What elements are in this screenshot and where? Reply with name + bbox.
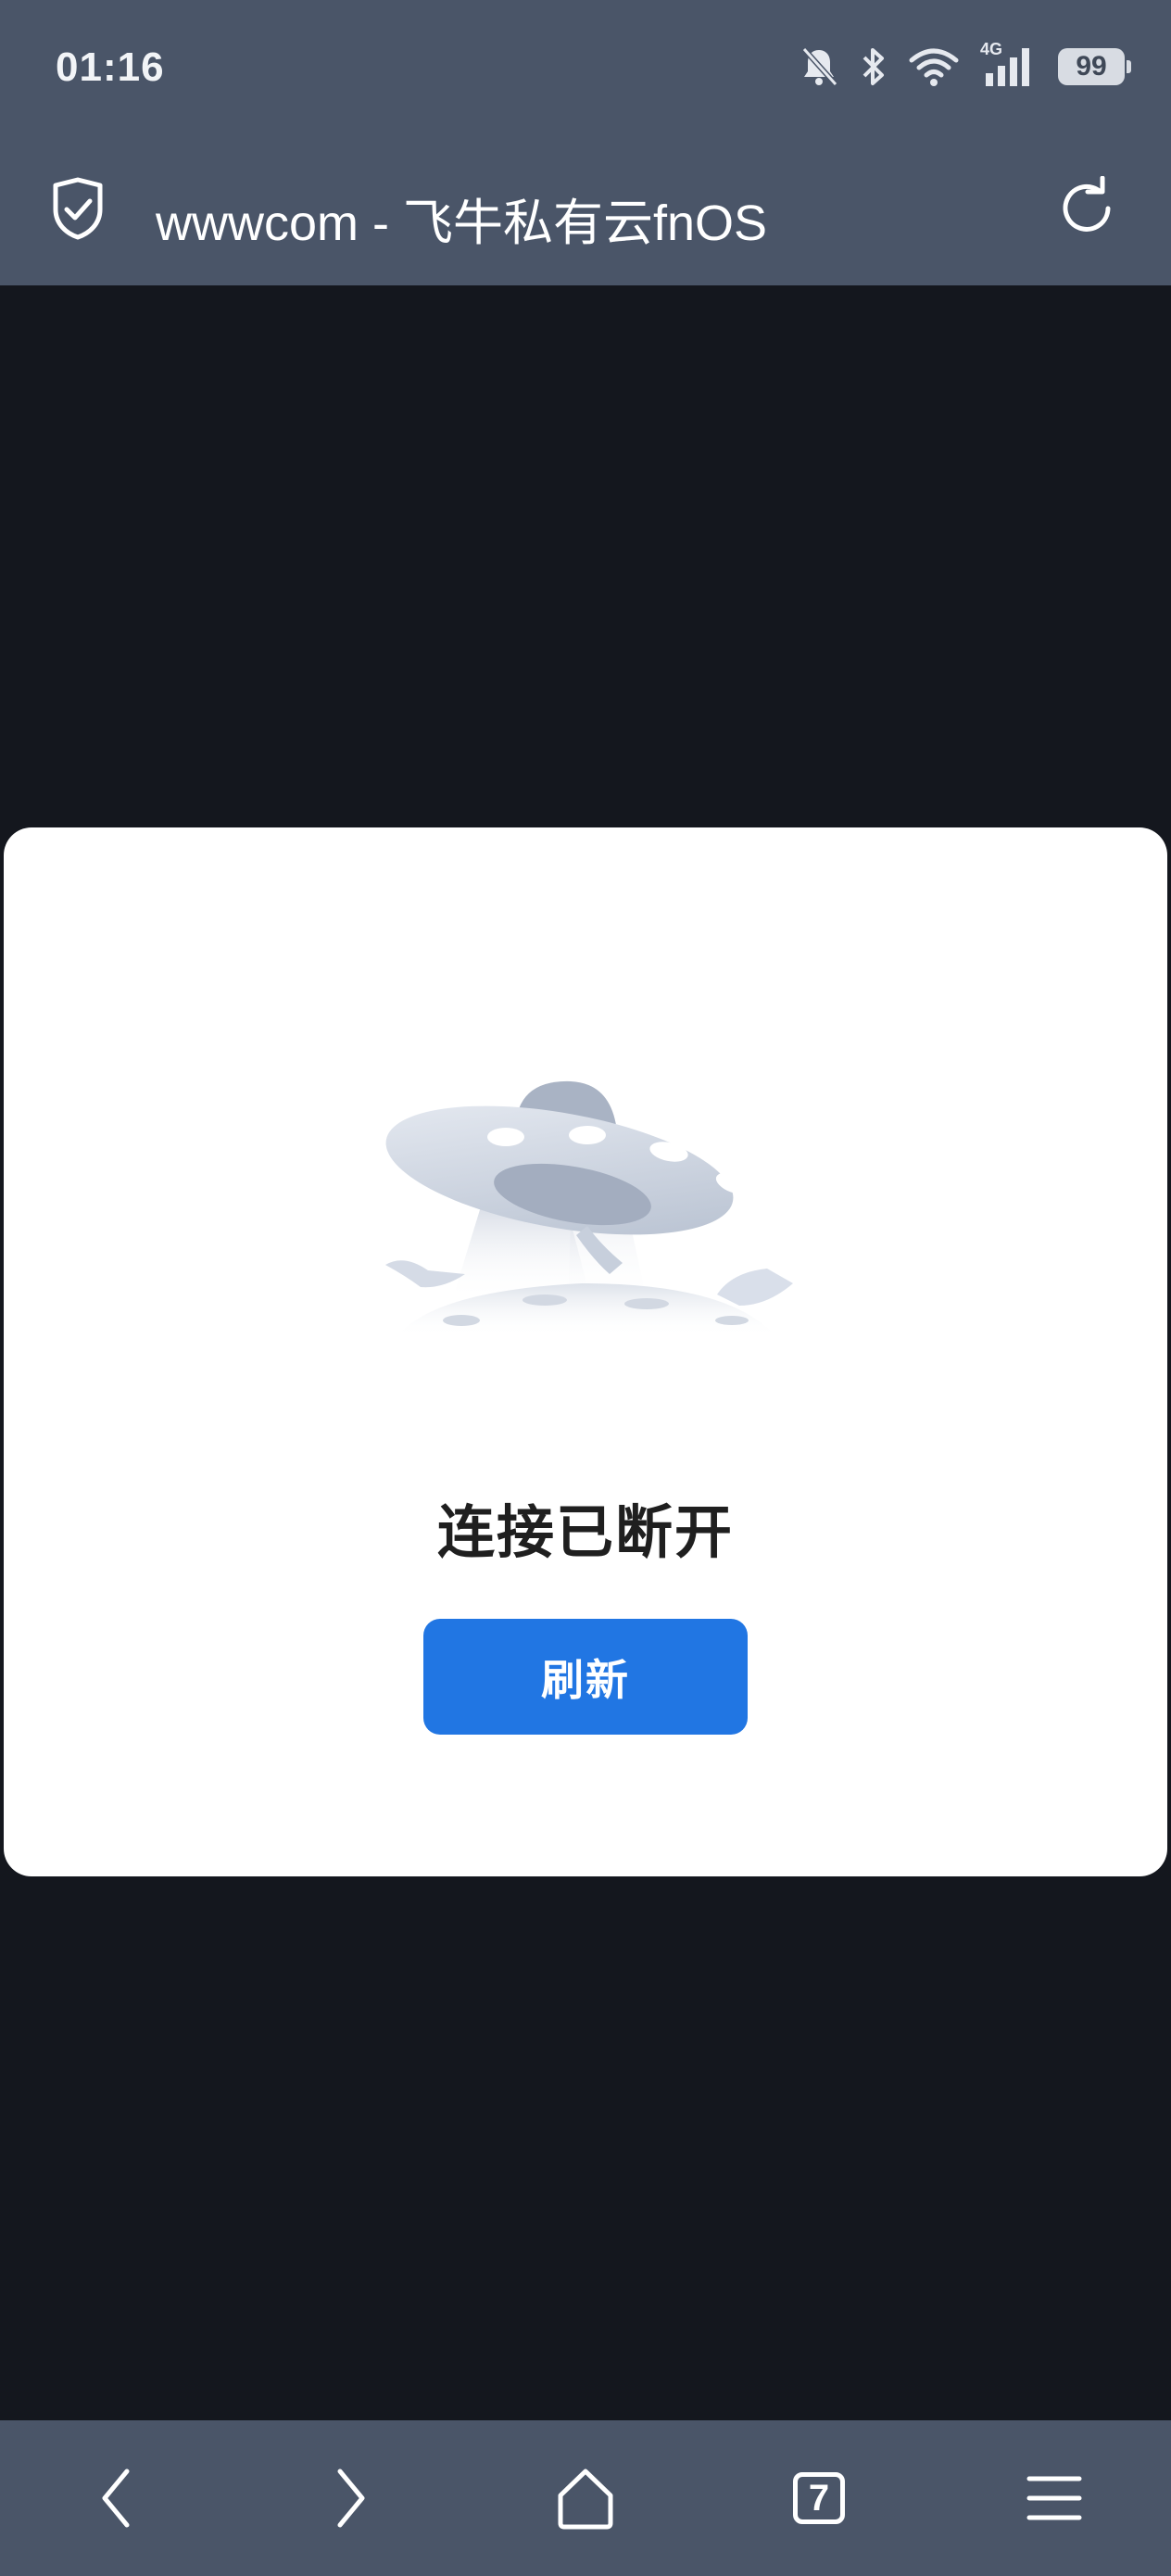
menu-button[interactable] [1017, 2461, 1091, 2535]
page-title[interactable]: wwwcom - 飞牛私有云fnOS [156, 182, 767, 255]
bluetooth-icon [863, 48, 884, 85]
home-button[interactable] [548, 2461, 623, 2535]
wifi-icon [909, 48, 959, 86]
connection-lost-message: 连接已断开 [436, 1501, 734, 1565]
signal-icon: 4G [980, 40, 1038, 88]
tabs-icon: 7 [793, 2472, 845, 2524]
back-button[interactable] [80, 2461, 154, 2535]
disconnect-dialog: 连接已断开 刷新 [4, 827, 1167, 1876]
tabs-count: 7 [808, 2477, 830, 2519]
status-icons: 4G 99 [799, 40, 1131, 93]
reload-icon[interactable] [1054, 176, 1119, 241]
shield-check-icon[interactable] [48, 176, 107, 241]
address-bar: wwwcom - 飞牛私有云fnOS [0, 139, 1171, 285]
battery-level: 99 [1076, 51, 1107, 82]
refresh-button[interactable]: 刷新 [423, 1619, 748, 1735]
tabs-button[interactable]: 7 [782, 2461, 856, 2535]
status-bar: 01:16 4G 99 [0, 0, 1171, 139]
forward-button[interactable] [313, 2461, 387, 2535]
back-icon [102, 2469, 130, 2528]
bottom-navigation: 7 [0, 2420, 1171, 2576]
home-icon [558, 2469, 613, 2530]
forward-icon [337, 2469, 365, 2528]
menu-icon [1026, 2476, 1082, 2520]
battery-icon: 99 [1058, 48, 1131, 85]
status-time: 01:16 [56, 44, 165, 90]
browser-screen: 01:16 4G 99 wwwcom - 飞牛私有云fnOS 连接已断开 刷新 … [0, 0, 1171, 2576]
ufo-illustration [385, 1080, 793, 1337]
bell-off-icon [801, 46, 838, 87]
